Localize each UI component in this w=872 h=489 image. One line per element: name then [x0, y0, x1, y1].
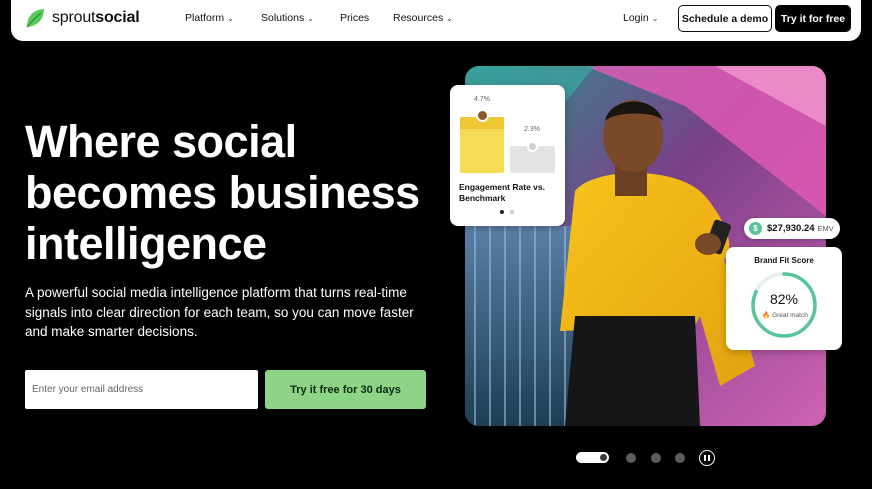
emv-unit: EMV [817, 224, 834, 233]
nav-login[interactable]: Login ⌄ [623, 12, 658, 24]
emv-badge: $ $27,930.24 EMV [744, 218, 840, 239]
profile-avatar [476, 109, 489, 122]
chevron-down-icon: ⌄ [227, 13, 234, 23]
logo-wordmark: sproutsocial [52, 9, 140, 26]
sprout-social-logo[interactable]: sproutsocial [24, 7, 140, 29]
headline-line: Where social [25, 116, 297, 167]
emv-value: $27,930.24 [767, 223, 815, 234]
nav-platform[interactable]: Platform ⌄ [185, 12, 234, 24]
nav-solutions-label: Solutions [261, 12, 305, 24]
nav-resources-label: Resources [393, 12, 444, 24]
brand-fit-sub-label: Great match [772, 312, 808, 319]
benchmark-value: 2.3% [524, 126, 540, 133]
engagement-value: 4.7% [474, 96, 490, 103]
benchmark-avatar [527, 141, 538, 152]
carousel-dot[interactable] [626, 453, 636, 463]
top-nav: sproutsocial Platform ⌄ Solutions ⌄ Prices… [11, 0, 861, 41]
nav-login-label: Login [623, 12, 649, 24]
brand-fit-sub: 🔥 Great match [752, 311, 818, 319]
sprout-leaf-icon [26, 9, 44, 28]
fire-icon: 🔥 [762, 312, 771, 319]
brand-fit-card: Brand Fit Score 82% 🔥 Great match [726, 247, 842, 350]
email-input[interactable] [25, 370, 258, 409]
card-pager-dot-active [500, 210, 504, 214]
carousel-dot-active[interactable] [576, 452, 609, 463]
nav-platform-label: Platform [185, 12, 225, 24]
nav-prices-label: Prices [340, 12, 370, 24]
hero-subtext: A powerful social media intelligence pla… [25, 285, 414, 339]
hero-headline: Where social becomes business intelligen… [25, 116, 445, 269]
headline-line: becomes business [25, 167, 420, 218]
carousel-dot[interactable] [651, 453, 661, 463]
brand-fit-value: 82% [769, 291, 799, 307]
schedule-demo-button[interactable]: Schedule a demo [678, 5, 772, 32]
nav-resources[interactable]: Resources ⌄ [393, 12, 453, 24]
try-free-button[interactable]: Try it for free [775, 5, 851, 32]
chevron-down-icon: ⌄ [446, 13, 453, 23]
engagement-card-label: Engagement Rate vs. Benchmark [459, 182, 545, 203]
dollar-icon: $ [749, 222, 762, 235]
headline-line: intelligence [25, 218, 267, 269]
nav-prices[interactable]: Prices [340, 12, 369, 24]
start-trial-button[interactable]: Try it free for 30 days [265, 370, 426, 409]
card-pager-dot [510, 210, 514, 214]
pause-icon[interactable] [699, 450, 715, 466]
chevron-down-icon: ⌄ [651, 13, 659, 23]
carousel-dot[interactable] [675, 453, 685, 463]
engagement-rate-card: 4.7% 2.3% Engagement Rate vs. Benchmark [450, 85, 565, 226]
nav-solutions[interactable]: Solutions ⌄ [261, 12, 314, 24]
chevron-down-icon: ⌄ [307, 13, 314, 23]
